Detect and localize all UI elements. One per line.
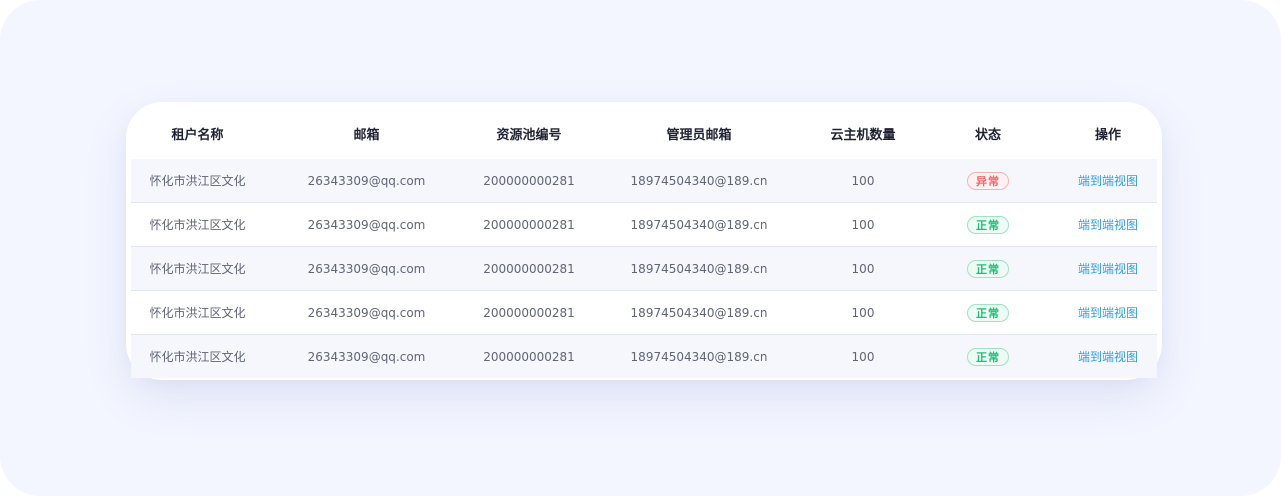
table-row: 怀化市洪江区文化 26343309@qq.com 200000000281 18…	[131, 334, 1157, 378]
tenant-name-cell: 怀化市洪江区文化	[149, 218, 246, 232]
admin-email-cell: 18974504340@189.cn	[630, 349, 768, 364]
action-cell: 端到端视图	[1059, 216, 1157, 233]
email-cell: 26343309@qq.com	[307, 217, 426, 232]
pool-id-cell: 200000000281	[483, 349, 575, 364]
end-to-end-view-link[interactable]: 端到端视图	[1078, 262, 1138, 276]
admin-email-cell: 18974504340@189.cn	[630, 261, 768, 276]
column-header-status: 状态	[974, 127, 1001, 143]
table-row: 怀化市洪江区文化 26343309@qq.com 200000000281 18…	[131, 202, 1157, 246]
admin-email-cell: 18974504340@189.cn	[630, 217, 768, 232]
tenant-name-cell: 怀化市洪江区文化	[149, 350, 246, 364]
table-row: 怀化市洪江区文化 26343309@qq.com 200000000281 18…	[131, 290, 1157, 334]
admin-email-cell: 18974504340@189.cn	[630, 305, 768, 320]
column-header-action: 操作	[1094, 127, 1121, 143]
status-badge: 异常	[967, 171, 1009, 190]
vm-count-cell: 100	[851, 305, 875, 320]
action-cell: 端到端视图	[1059, 304, 1157, 321]
status-badge: 正常	[967, 303, 1009, 322]
tenant-name-cell: 怀化市洪江区文化	[149, 174, 246, 188]
column-header-vm-count: 云主机数量	[830, 127, 896, 143]
table-header: 租户名称 邮箱 资源池编号 管理员邮箱 云主机数量 状态 操作	[131, 107, 1157, 159]
vm-count-cell: 100	[851, 261, 875, 276]
table-row: 怀化市洪江区文化 26343309@qq.com 200000000281 18…	[131, 159, 1157, 202]
column-header-pool-id: 资源池编号	[496, 127, 562, 143]
status-badge: 正常	[967, 259, 1009, 278]
email-cell: 26343309@qq.com	[307, 261, 426, 276]
action-cell: 端到端视图	[1059, 348, 1157, 365]
pool-id-cell: 200000000281	[483, 173, 575, 188]
admin-email-cell: 18974504340@189.cn	[630, 173, 768, 188]
page-background: 租户名称 邮箱 资源池编号 管理员邮箱 云主机数量 状态 操作 怀化市洪江区文化…	[0, 0, 1281, 496]
tenant-name-cell: 怀化市洪江区文化	[149, 262, 246, 276]
vm-count-cell: 100	[851, 173, 875, 188]
email-cell: 26343309@qq.com	[307, 173, 426, 188]
end-to-end-view-link[interactable]: 端到端视图	[1078, 174, 1138, 188]
column-header-email: 邮箱	[353, 127, 380, 143]
status-badge: 正常	[967, 347, 1009, 366]
action-cell: 端到端视图	[1059, 172, 1157, 189]
status-cell: 异常	[917, 171, 1059, 190]
action-cell: 端到端视图	[1059, 260, 1157, 277]
vm-count-cell: 100	[851, 349, 875, 364]
status-cell: 正常	[917, 215, 1059, 234]
status-cell: 正常	[917, 347, 1059, 366]
end-to-end-view-link[interactable]: 端到端视图	[1078, 306, 1138, 320]
status-cell: 正常	[917, 259, 1059, 278]
table-body: 怀化市洪江区文化 26343309@qq.com 200000000281 18…	[131, 159, 1157, 378]
end-to-end-view-link[interactable]: 端到端视图	[1078, 350, 1138, 364]
status-cell: 正常	[917, 303, 1059, 322]
tenant-name-cell: 怀化市洪江区文化	[149, 306, 246, 320]
email-cell: 26343309@qq.com	[307, 305, 426, 320]
vm-count-cell: 100	[851, 217, 875, 232]
pool-id-cell: 200000000281	[483, 217, 575, 232]
end-to-end-view-link[interactable]: 端到端视图	[1078, 218, 1138, 232]
tenant-table-card: 租户名称 邮箱 资源池编号 管理员邮箱 云主机数量 状态 操作 怀化市洪江区文化…	[126, 102, 1162, 380]
email-cell: 26343309@qq.com	[307, 349, 426, 364]
column-header-tenant-name: 租户名称	[171, 127, 224, 143]
status-badge: 正常	[967, 215, 1009, 234]
pool-id-cell: 200000000281	[483, 305, 575, 320]
column-header-admin-email: 管理员邮箱	[666, 127, 732, 143]
table-row: 怀化市洪江区文化 26343309@qq.com 200000000281 18…	[131, 246, 1157, 290]
pool-id-cell: 200000000281	[483, 261, 575, 276]
tenant-table: 租户名称 邮箱 资源池编号 管理员邮箱 云主机数量 状态 操作 怀化市洪江区文化…	[131, 107, 1157, 378]
